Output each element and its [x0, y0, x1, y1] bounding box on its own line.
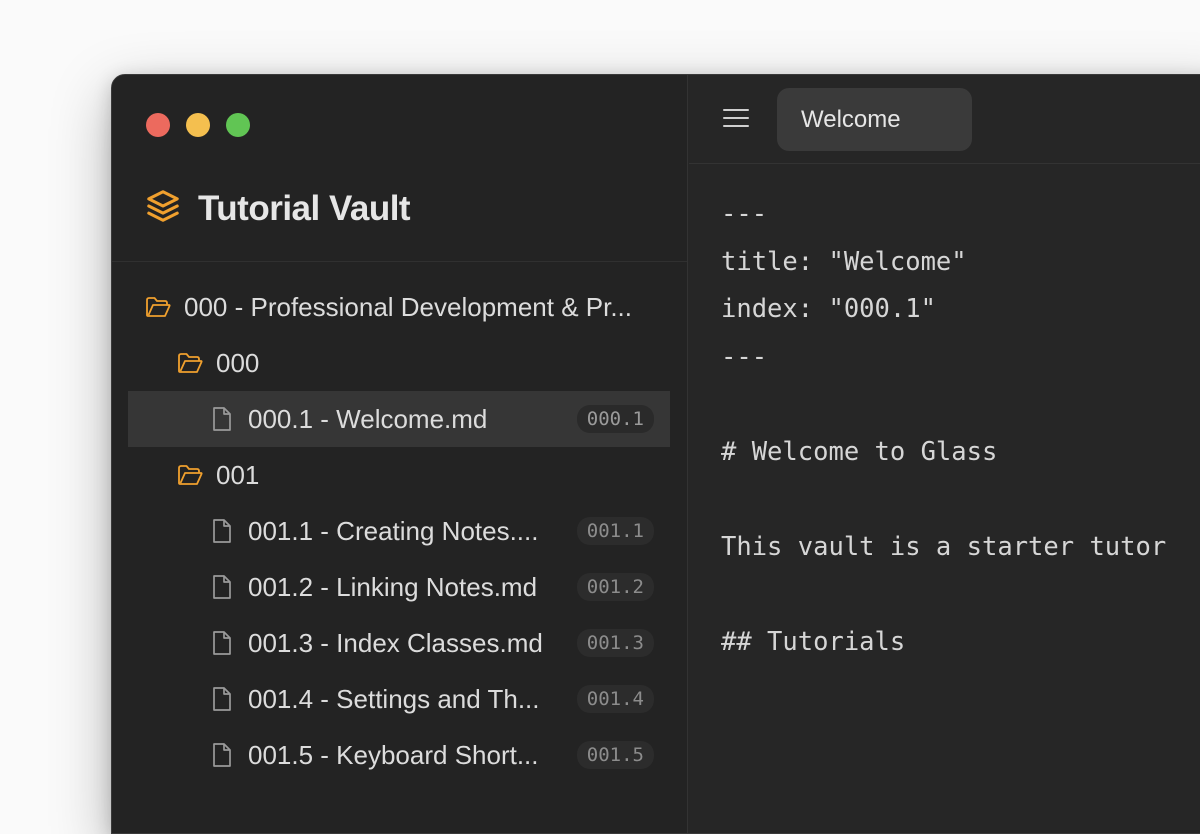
- tree-item-label: 001.4 - Settings and Th...: [248, 683, 540, 714]
- vault-header[interactable]: Tutorial Vault: [144, 187, 687, 230]
- main-pane: Welcome --- title: "Welcome" index: "000.1…: [689, 75, 1200, 833]
- tree-item-label: 001.1 - Creating Notes....: [248, 515, 539, 546]
- editor-line: ## Tutorials: [721, 626, 906, 657]
- tree-file[interactable]: 001.2 - Linking Notes.md 001.2: [128, 559, 670, 615]
- editor-line: index: "000.1": [721, 294, 936, 324]
- minimize-window-button[interactable]: [186, 113, 210, 137]
- index-badge: 001.2: [576, 573, 654, 601]
- tree-item-label: 001.2 - Linking Notes.md: [248, 571, 538, 602]
- tab-welcome[interactable]: Welcome: [777, 88, 972, 151]
- traffic-lights: [146, 113, 250, 137]
- tree-item-label: 000: [216, 347, 260, 378]
- tree-file[interactable]: 000.1 - Welcome.md 000.1: [128, 391, 670, 447]
- tab-label: Welcome: [801, 105, 901, 133]
- sidebar: Tutorial Vault 000 - Professional Develo…: [112, 75, 688, 833]
- file-icon: [208, 741, 236, 769]
- tree-file[interactable]: 001.5 - Keyboard Short... 001.5: [128, 727, 670, 783]
- markdown-editor[interactable]: --- title: "Welcome" index: "000.1" --- # We…: [721, 191, 1166, 666]
- toolbar: Welcome: [689, 75, 1200, 164]
- hamburger-menu-icon[interactable]: [723, 107, 749, 129]
- tree-file[interactable]: 001.3 - Index Classes.md 001.3: [128, 615, 670, 671]
- zoom-window-button[interactable]: [226, 113, 250, 137]
- stacked-layers-icon: [144, 187, 182, 230]
- file-tree: 000 - Professional Development & Pr... 00…: [128, 279, 670, 783]
- tree-item-label: 001.5 - Keyboard Short...: [248, 739, 539, 770]
- file-icon: [208, 573, 236, 601]
- file-icon: [208, 685, 236, 713]
- tree-item-label: 001.3 - Index Classes.md: [248, 627, 543, 658]
- editor-line: # Welcome to Glass: [721, 436, 998, 467]
- vault-title: Tutorial Vault: [198, 188, 411, 228]
- file-icon: [208, 405, 236, 433]
- editor-line: title: "Welcome": [721, 246, 967, 277]
- close-window-button[interactable]: [146, 113, 170, 137]
- sidebar-divider: [112, 261, 687, 262]
- tree-item-label: 000.1 - Welcome.md: [248, 403, 488, 434]
- tree-folder[interactable]: 001: [128, 447, 670, 503]
- editor-line: This vault is a starter tutor: [721, 531, 1167, 562]
- index-badge: 001.1: [576, 517, 654, 545]
- index-badge: 001.3: [576, 629, 654, 657]
- index-badge: 000.1: [576, 405, 654, 433]
- tree-folder[interactable]: 000 - Professional Development & Pr...: [128, 279, 670, 335]
- tree-file[interactable]: 001.4 - Settings and Th... 001.4: [128, 671, 670, 727]
- editor-line: ---: [721, 199, 768, 229]
- folder-open-icon: [144, 293, 172, 321]
- index-badge: 001.5: [576, 741, 654, 769]
- tree-item-label: 000 - Professional Development & Pr...: [184, 291, 633, 322]
- tree-item-label: 001: [216, 459, 260, 490]
- editor-line: ---: [721, 341, 768, 372]
- file-icon: [208, 629, 236, 657]
- index-badge: 001.4: [576, 685, 654, 713]
- tree-file[interactable]: 001.1 - Creating Notes.... 001.1: [128, 503, 670, 559]
- file-icon: [208, 517, 236, 545]
- app-window: Tutorial Vault 000 - Professional Develo…: [111, 74, 1200, 834]
- tree-folder[interactable]: 000: [128, 335, 670, 391]
- folder-open-icon: [176, 349, 204, 377]
- folder-open-icon: [176, 461, 204, 489]
